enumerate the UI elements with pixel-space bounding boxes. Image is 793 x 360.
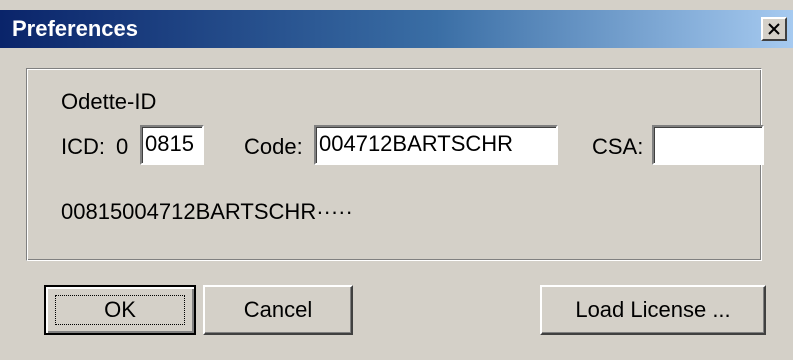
focus-ring: OK [55, 295, 185, 325]
close-button[interactable] [761, 17, 787, 41]
close-icon [768, 23, 780, 35]
icd-field[interactable]: 0815 [140, 125, 204, 165]
window-title: Preferences [12, 16, 138, 41]
icd-prefix: 0 [116, 134, 129, 159]
title-bar[interactable]: Preferences [0, 10, 793, 48]
cancel-button-label: Cancel [243, 297, 313, 322]
csa-field[interactable] [652, 125, 764, 165]
odette-id-preview: 00815004712BARTSCHR····· [61, 199, 353, 224]
code-label: Code: [244, 134, 303, 159]
odette-id-label: Odette-ID [61, 89, 157, 114]
load-license-button[interactable]: Load License ... [540, 285, 766, 335]
icd-label: ICD: [61, 134, 105, 159]
code-field[interactable]: 004712BARTSCHR [314, 125, 558, 165]
ok-button[interactable]: OK [44, 285, 196, 335]
load-license-button-label: Load License ... [575, 297, 731, 322]
csa-label: CSA: [592, 134, 644, 159]
cancel-button[interactable]: Cancel [203, 285, 353, 335]
ok-button-label: OK [104, 297, 136, 322]
preferences-dialog: Preferences Odette-ID ICD: 0 0815 Code: … [0, 0, 793, 360]
